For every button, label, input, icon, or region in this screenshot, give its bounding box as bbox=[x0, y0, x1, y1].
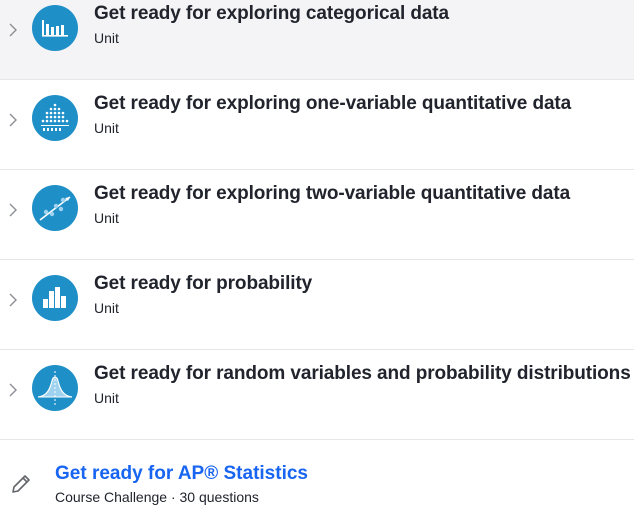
unit-subtitle: Unit bbox=[94, 120, 119, 136]
unit-title[interactable]: Get ready for exploring two-variable qua… bbox=[94, 183, 570, 205]
course-challenge-link[interactable]: Get ready for AP® Statistics bbox=[55, 463, 308, 485]
chevron-right-icon[interactable] bbox=[5, 382, 21, 398]
unit-subtitle: Unit bbox=[94, 300, 119, 316]
chevron-right-icon[interactable] bbox=[5, 22, 21, 38]
course-challenge-row[interactable]: Get ready for AP® Statistics Course Chal… bbox=[0, 449, 634, 505]
chevron-right-icon[interactable] bbox=[5, 292, 21, 308]
unit-title[interactable]: Get ready for exploring categorical data bbox=[94, 3, 449, 25]
unit-row-categorical-data[interactable]: Get ready for exploring categorical data… bbox=[0, 0, 634, 80]
unit-row-one-variable-data[interactable]: Get ready for exploring one-variable qua… bbox=[0, 81, 634, 170]
unit-list: Get ready for exploring categorical data… bbox=[0, 0, 634, 505]
chevron-right-icon[interactable] bbox=[5, 112, 21, 128]
unit-subtitle: Unit bbox=[94, 210, 119, 226]
unit-title[interactable]: Get ready for probability bbox=[94, 273, 312, 295]
unit-title[interactable]: Get ready for exploring one-variable qua… bbox=[94, 93, 571, 115]
unit-row-random-variables[interactable]: Get ready for random variables and proba… bbox=[0, 351, 634, 440]
unit-subtitle: Unit bbox=[94, 390, 119, 406]
unit-row-probability[interactable]: Get ready for probability Unit bbox=[0, 261, 634, 350]
unit-subtitle: Unit bbox=[94, 30, 119, 46]
unit-title[interactable]: Get ready for random variables and proba… bbox=[94, 363, 631, 385]
course-challenge-subtitle: Course Challenge · 30 questions bbox=[55, 489, 259, 505]
unit-row-two-variable-data[interactable]: Get ready for exploring two-variable qua… bbox=[0, 171, 634, 260]
normal-curve-icon bbox=[32, 365, 78, 411]
bar-chart-icon bbox=[32, 5, 78, 51]
chevron-right-icon[interactable] bbox=[5, 202, 21, 218]
scatter-plot-icon bbox=[32, 185, 78, 231]
pencil-icon bbox=[8, 471, 34, 497]
histogram-icon bbox=[32, 275, 78, 321]
dot-plot-icon bbox=[32, 95, 78, 141]
